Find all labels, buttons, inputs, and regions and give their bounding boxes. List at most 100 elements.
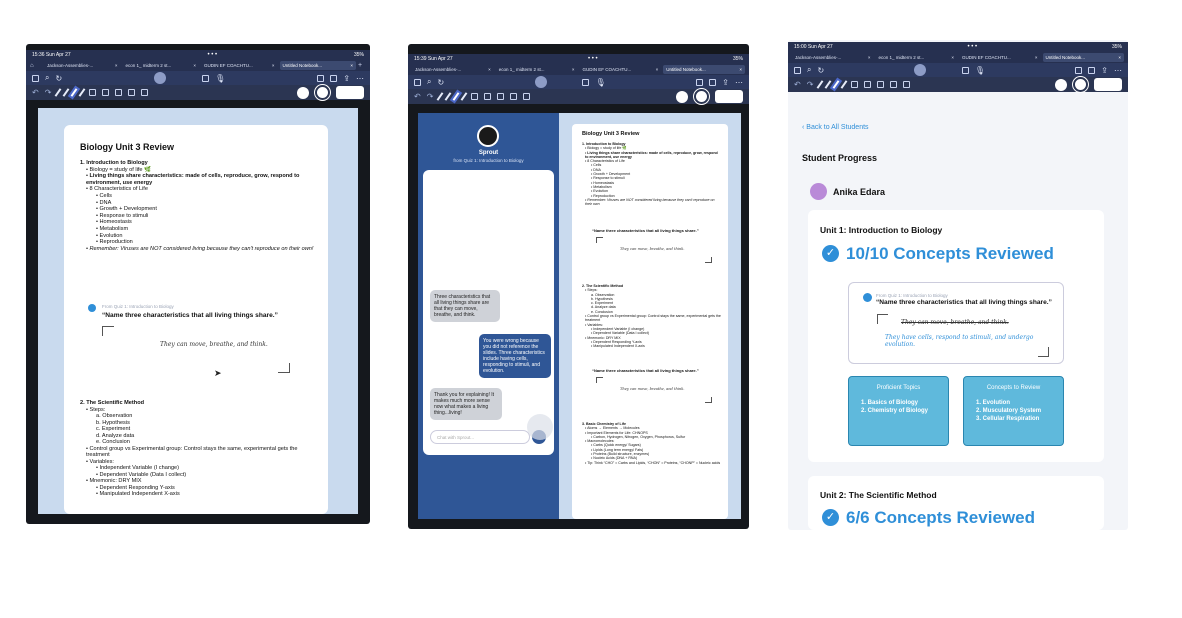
tab-jackson[interactable]: Jackson-Assemblies-... × [412,65,494,74]
eraser-icon[interactable] [461,92,468,101]
app-chrome: 15:00 Sun Apr 27 • • • 35% Jackson-Assem… [788,42,1128,92]
more-icon[interactable]: ⋯ [356,74,364,83]
color-white-selected[interactable] [694,89,709,104]
image-icon[interactable] [890,81,898,88]
page-icon[interactable] [317,74,325,82]
chat-input[interactable]: Chat with Sprout... [430,430,530,444]
share-icon[interactable]: ⇪ [343,74,350,83]
grid-icon[interactable] [794,66,801,74]
eraser-icon[interactable] [79,88,86,97]
color-swatch[interactable] [336,86,364,99]
lasso-tool-icon[interactable] [102,89,110,96]
lasso-icon[interactable]: ↻ [817,66,824,75]
lasso-icon[interactable]: ↻ [55,74,62,83]
mic-icon[interactable]: 🎙 [215,74,225,83]
page-icon[interactable] [1075,66,1083,74]
quiz-question: “Name three characteristics that all liv… [592,228,699,233]
tab-gudin[interactable]: GUDIN EF COACHTU... × [580,65,662,74]
redo-icon[interactable]: ↷ [427,92,434,101]
tab-untitled[interactable]: Untitled Notebook... × [663,65,745,74]
pen-toolbar: ↶ ↷ [26,85,370,100]
tab-bar: Jackson-Assemblies-... × econ 1_ midterm … [408,64,749,75]
shapes-icon[interactable] [851,81,859,88]
sticker-icon[interactable] [877,81,885,88]
mic-icon[interactable]: 🎙 [975,66,985,75]
tab-jackson[interactable]: Jackson-Assemblies-... × [44,61,121,70]
sticker-icon[interactable] [115,89,123,96]
color-white-small[interactable] [297,86,309,99]
eraser-icon[interactable] [841,80,848,89]
pen-icon[interactable] [437,92,444,101]
text-icon[interactable] [523,93,531,100]
color-swatch[interactable] [1094,78,1122,91]
bookmark-icon[interactable] [709,78,717,86]
tab-gudin[interactable]: GUDIN EF COACHTU... × [959,53,1041,62]
text-icon[interactable] [141,89,149,96]
keyboard-icon[interactable] [202,74,210,82]
bookmark-icon[interactable] [330,74,338,82]
sticker-icon[interactable] [497,93,505,100]
undo-icon[interactable]: ↶ [794,80,801,89]
tab-jackson[interactable]: Jackson-Assemblies-... × [792,53,874,62]
search-icon[interactable]: ⌕ [45,73,49,83]
ai-icon[interactable] [914,64,927,76]
share-icon[interactable]: ⇪ [722,78,729,87]
ai-icon[interactable] [154,72,167,84]
quiz-card[interactable]: “Name three characteristics that all liv… [582,228,718,271]
redo-icon[interactable]: ↷ [807,80,814,89]
pencil-icon[interactable] [445,92,452,101]
image-icon[interactable] [510,93,518,100]
undo-icon[interactable]: ↶ [414,92,421,101]
pencil-icon[interactable] [825,80,832,89]
shapes-icon[interactable] [471,93,479,100]
highlighter-icon[interactable] [833,80,840,89]
redo-icon[interactable]: ↷ [45,88,52,97]
quiz-card[interactable]: “Name three characteristics that all liv… [582,368,718,411]
proficient-topics-box: Proficient Topics 1. Basics of Biology 2… [848,376,949,446]
page-icon[interactable] [696,78,704,86]
pen-icon[interactable] [55,88,62,97]
image-icon[interactable] [128,89,136,96]
unit-title: Unit 1: Introduction to Biology [820,225,943,235]
lasso-tool-icon[interactable] [864,81,872,88]
text-icon[interactable] [903,81,911,88]
tab-gudin[interactable]: GUDIN EF COACHTU... × [201,61,278,70]
pencil-icon[interactable] [63,88,70,97]
section-scientific-method: 2. The Scientific Method • Steps: a. Obs… [80,400,320,498]
undo-icon[interactable]: ↶ [32,88,39,97]
search-icon[interactable]: ⌕ [427,77,431,87]
grid-icon[interactable] [32,74,39,82]
keyboard-icon[interactable] [961,66,969,74]
color-white-selected[interactable] [315,85,330,100]
shapes-icon[interactable] [89,89,97,96]
status-time: 15:00 Sun Apr 27 [794,44,833,50]
chat-panel: Sprout from Quiz 1: Introduction to Biol… [418,113,570,519]
pen-icon[interactable] [817,80,824,89]
lasso-tool-icon[interactable] [484,93,492,100]
search-icon[interactable]: ⌕ [807,65,811,75]
color-white-small[interactable] [676,90,688,103]
keyboard-icon[interactable] [582,78,590,86]
tab-econ[interactable]: econ 1_ midterm 2 st... × [123,61,200,70]
tab-econ[interactable]: econ 1_ midterm 2 st... × [496,65,578,74]
quiz-card[interactable]: From Quiz 1: Introduction to Biology “Na… [848,282,1064,364]
lasso-icon[interactable]: ↻ [437,78,444,87]
back-link[interactable]: ‹ Back to All Students [802,124,869,131]
ai-icon[interactable] [534,76,547,88]
quiz-card[interactable]: From Quiz 1: Introduction to Biology “Na… [80,297,312,377]
tab-econ[interactable]: econ 1_ midterm 2 st... × [876,53,958,62]
mic-icon[interactable]: 🎙 [595,78,605,87]
highlighter-icon[interactable] [71,88,78,97]
tab-untitled[interactable]: Untitled Notebook... × [1042,53,1124,62]
grid-icon[interactable] [414,78,421,86]
color-swatch[interactable] [715,90,743,103]
tab-untitled[interactable]: Untitled Notebook... × [279,61,356,70]
status-bar: 15:00 Sun Apr 27 • • • 35% [788,42,1128,52]
color-white-selected[interactable] [1073,77,1088,92]
bookmark-icon[interactable] [1088,66,1096,74]
highlighter-icon[interactable] [453,92,460,101]
more-icon[interactable]: ⋯ [1114,66,1122,75]
share-icon[interactable]: ⇪ [1101,66,1108,75]
color-white-small[interactable] [1055,78,1067,91]
more-icon[interactable]: ⋯ [735,78,743,87]
